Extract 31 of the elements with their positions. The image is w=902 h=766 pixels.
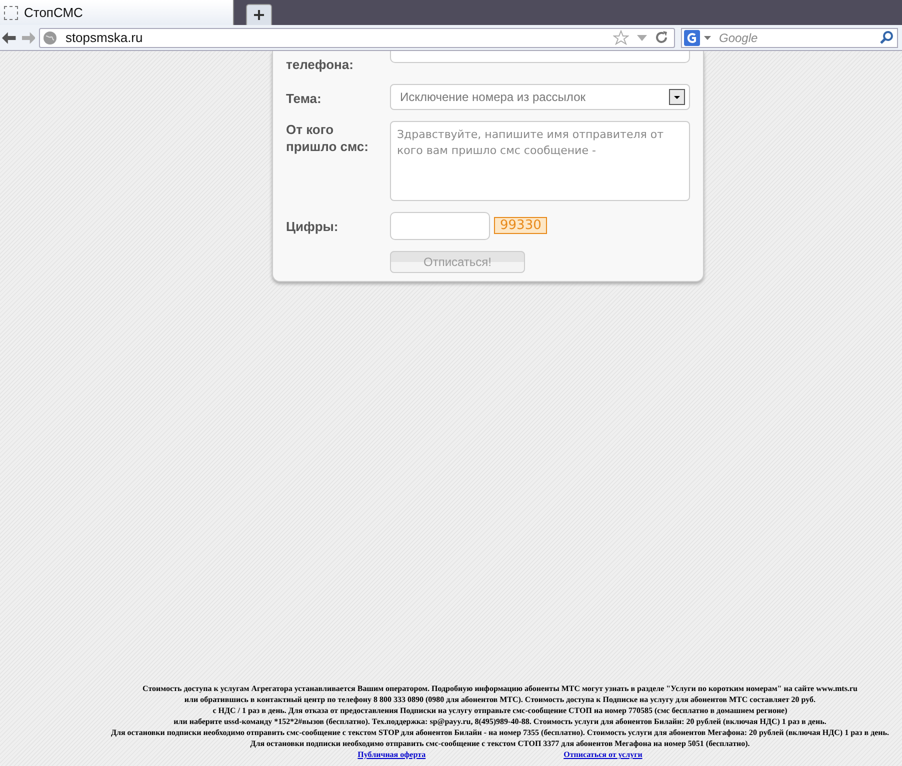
browser-tab[interactable]: СтопСМС: [0, 0, 234, 25]
captcha-code: 99330: [494, 217, 548, 234]
url-text: stopsmska.ru: [65, 30, 143, 45]
footer-text: или наберите ussd-команду *152*2#вызов (бесплатно). Тех.поддержка: sp@payy.ru, 8(495)989-40-88. Стоимость услуги для абонентов Билайн: 20 рублей (включая НДС) 1 раз в день.: [174, 716, 826, 727]
google-icon: [684, 30, 700, 46]
footer-link[interactable]: Отписаться от услуги: [564, 749, 642, 760]
back-icon[interactable]: [2, 32, 16, 44]
star-icon[interactable]: [612, 30, 629, 45]
field-label: Тема:: [286, 90, 322, 107]
footer-text: или обратившись в контактный центр по телефону 8 800 333 0890 (0980 для абонентов МТС). Стоимость доступа к Подписке на услугу для абонентов МТС составляет 20 руб.: [184, 694, 816, 705]
topic-select[interactable]: Исключение номера из рассылок: [390, 84, 690, 110]
footer-text: с НДС / 1 раз в день. Для отказа от предоставления Подписки на услугу отправьте смс-сообщение СТОП на номер 770585 (смс бесплатно в домашнем регионе): [212, 705, 788, 716]
page-icon: [4, 6, 18, 20]
address-bar[interactable]: stopsmska.ru: [39, 28, 675, 48]
reload-icon[interactable]: [654, 31, 668, 44]
captcha-input[interactable]: [390, 212, 490, 240]
footer-text: Для остановки подписки необходимо отправить смс-сообщение с текстом STOP для абонентов Билайн - на номер 7355 (бесплатно). Стоимость услуги для абонентов Мегафона: 20 рублей (включая НДС) 1 раз в день.: [110, 727, 890, 738]
phone-field[interactable]: [390, 51, 690, 63]
field-label: От кого пришло смс:: [286, 121, 370, 155]
plus-icon: [254, 10, 264, 20]
footer-link[interactable]: Публичная оферта: [358, 749, 426, 760]
tab-title: СтопСМС: [24, 5, 83, 20]
footer-text: Стоимость доступа к услугам Агрегатора устанавливается Вашим оператором. Подробную информацию абоненты МТС могут узнать в разделе "Услуги по коротким номерам" на сайте www.mts.ru: [142, 683, 858, 694]
field-label: телефона:: [286, 56, 354, 73]
globe-icon: [43, 30, 58, 44]
field-label: Цифры:: [286, 218, 340, 235]
new-tab-button[interactable]: [246, 4, 272, 25]
sender-textarea[interactable]: Здравствуйте, напишите имя отправителя от кого вам пришло смс сообщение -: [390, 121, 690, 201]
search-icon[interactable]: [880, 31, 893, 44]
footer-text: Для остановки подписки необходимо отправить смс-сообщение с текстом СТОП 3377 для абонентов Мегафона на номер 5051 (бесплатно).: [250, 738, 750, 749]
search-bar[interactable]: Google: [680, 28, 898, 48]
